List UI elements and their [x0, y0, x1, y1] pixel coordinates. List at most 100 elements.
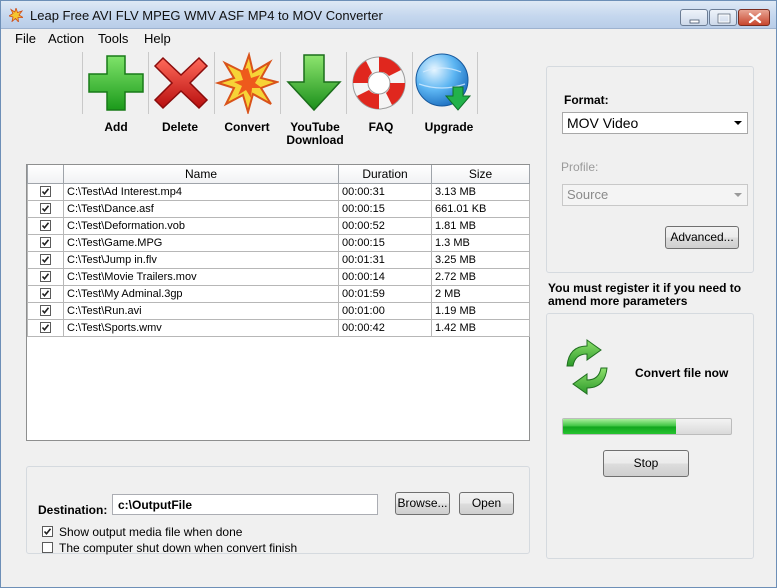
- add-plus-icon: [88, 55, 144, 111]
- format-select-value: MOV Video: [567, 115, 639, 131]
- convert-button[interactable]: [215, 52, 279, 114]
- row-check-cell[interactable]: [27, 301, 64, 320]
- browse-button[interactable]: Browse...: [395, 492, 450, 515]
- table-row[interactable]: C:\Test\Sports.wmv 00:00:42 1.42 MB: [27, 318, 530, 337]
- file-name-cell: C:\Test\Sports.wmv: [63, 318, 339, 337]
- column-header-size[interactable]: Size: [431, 165, 530, 184]
- size-cell: 1.19 MB: [431, 301, 530, 320]
- advanced-button[interactable]: Advanced...: [665, 226, 739, 249]
- duration-cell: 00:00:31: [338, 182, 432, 201]
- row-checkbox[interactable]: [40, 186, 51, 198]
- row-checkbox[interactable]: [40, 288, 51, 300]
- table-row[interactable]: C:\Test\Dance.asf 00:00:15 661.01 KB: [27, 199, 530, 218]
- format-settings-panel: Format: MOV Video Profile: Source Advanc…: [546, 66, 754, 273]
- menu-tools[interactable]: Tools: [98, 31, 128, 46]
- faq-button[interactable]: [347, 52, 411, 114]
- duration-cell: 00:01:31: [338, 250, 432, 269]
- convert-burst-icon: [215, 52, 279, 114]
- close-button[interactable]: [738, 9, 770, 26]
- file-name-cell: C:\Test\Dance.asf: [63, 199, 339, 218]
- chevron-down-icon: [734, 121, 742, 125]
- row-check-cell[interactable]: [27, 199, 64, 218]
- row-check-cell[interactable]: [27, 182, 64, 201]
- title-bar[interactable]: Leap Free AVI FLV MPEG WMV ASF MP4 to MO…: [1, 1, 776, 29]
- refresh-arrows-icon[interactable]: [565, 336, 609, 398]
- menu-bar: File Action Tools Help: [1, 29, 776, 48]
- register-notice: You must register it if you need to amen…: [548, 281, 742, 308]
- file-name-cell: C:\Test\Deformation.vob: [63, 216, 339, 235]
- row-check-cell[interactable]: [27, 318, 64, 337]
- minimize-button[interactable]: [680, 9, 708, 26]
- row-checkbox[interactable]: [40, 271, 51, 283]
- main-area: Add Delete Convert YouTube Download FAQ …: [6, 48, 772, 581]
- file-list[interactable]: Name Duration Size C:\Test\Ad Interest.m…: [26, 164, 530, 441]
- format-label: Format:: [564, 93, 609, 107]
- table-row[interactable]: C:\Test\Ad Interest.mp4 00:00:31 3.13 MB: [27, 182, 530, 201]
- table-row[interactable]: C:\Test\Movie Trailers.mov 00:00:14 2.72 M…: [27, 267, 530, 286]
- add-button[interactable]: [84, 52, 148, 114]
- profile-label: Profile:: [561, 160, 599, 174]
- upgrade-label: Upgrade: [424, 120, 474, 134]
- row-checkbox[interactable]: [40, 322, 51, 334]
- menu-action[interactable]: Action: [48, 31, 84, 46]
- file-name-cell: C:\Test\Movie Trailers.mov: [63, 267, 339, 286]
- row-checkbox[interactable]: [40, 203, 51, 215]
- stop-button[interactable]: Stop: [603, 450, 689, 477]
- size-cell: 661.01 KB: [431, 199, 530, 218]
- size-cell: 3.13 MB: [431, 182, 530, 201]
- shutdown-label: The computer shut down when convert fini…: [59, 541, 298, 555]
- row-check-cell[interactable]: [27, 250, 64, 269]
- row-checkbox[interactable]: [40, 305, 51, 317]
- file-table: Name Duration Size C:\Test\Ad Interest.m…: [27, 165, 530, 337]
- convert-now-label: Convert file now: [635, 366, 729, 380]
- size-cell: 1.42 MB: [431, 318, 530, 337]
- profile-select-value: Source: [567, 187, 609, 202]
- row-checkbox[interactable]: [40, 254, 51, 266]
- open-button[interactable]: Open: [459, 492, 514, 515]
- delete-x-icon: [153, 56, 209, 110]
- table-row[interactable]: C:\Test\Jump in.flv 00:01:31 3.25 MB: [27, 250, 530, 269]
- show-output-checkbox[interactable]: [42, 526, 53, 538]
- row-check-cell[interactable]: [27, 267, 64, 286]
- globe-download-icon: [415, 53, 472, 111]
- app-burst-icon: [7, 6, 25, 24]
- table-row[interactable]: C:\Test\Game.MPG 00:00:15 1.3 MB: [27, 233, 530, 252]
- size-cell: 2.72 MB: [431, 267, 530, 286]
- column-header-check[interactable]: [27, 165, 64, 184]
- duration-cell: 00:00:14: [338, 267, 432, 286]
- table-row[interactable]: C:\Test\Run.avi 00:01:00 1.19 MB: [27, 301, 530, 320]
- column-header-duration[interactable]: Duration: [338, 165, 432, 184]
- row-checkbox[interactable]: [40, 220, 51, 232]
- show-output-option[interactable]: Show output media file when done: [42, 525, 242, 539]
- duration-cell: 00:01:59: [338, 284, 432, 303]
- file-name-cell: C:\Test\Run.avi: [63, 301, 339, 320]
- progress-fill: [563, 419, 676, 434]
- profile-select[interactable]: Source: [562, 184, 748, 206]
- table-header: Name Duration Size: [27, 165, 530, 184]
- shutdown-checkbox[interactable]: [42, 542, 53, 554]
- delete-button[interactable]: [149, 52, 213, 114]
- convert-panel: Convert file now Stop: [546, 313, 754, 559]
- row-checkbox[interactable]: [40, 237, 51, 249]
- youtube-download-button[interactable]: [282, 52, 346, 114]
- row-check-cell[interactable]: [27, 233, 64, 252]
- shutdown-option[interactable]: The computer shut down when convert fini…: [42, 541, 297, 555]
- file-name-cell: C:\Test\Ad Interest.mp4: [63, 182, 339, 201]
- upgrade-button[interactable]: [413, 52, 477, 114]
- row-check-cell[interactable]: [27, 216, 64, 235]
- toolbar-separator: [82, 52, 83, 114]
- size-cell: 1.3 MB: [431, 233, 530, 252]
- row-check-cell[interactable]: [27, 284, 64, 303]
- toolbar-separator: [280, 52, 281, 114]
- format-select[interactable]: MOV Video: [562, 112, 748, 134]
- table-row[interactable]: C:\Test\Deformation.vob 00:00:52 1.81 MB: [27, 216, 530, 235]
- destination-path-input[interactable]: [112, 494, 378, 515]
- file-name-cell: C:\Test\Game.MPG: [63, 233, 339, 252]
- convert-progress-bar: [562, 418, 732, 435]
- column-header-name[interactable]: Name: [63, 165, 339, 184]
- maximize-button[interactable]: [709, 9, 737, 26]
- menu-file[interactable]: File: [15, 31, 36, 46]
- download-arrow-icon: [286, 54, 342, 112]
- menu-help[interactable]: Help: [144, 31, 171, 46]
- table-row[interactable]: C:\Test\My Adminal.3gp 00:01:59 2 MB: [27, 284, 530, 303]
